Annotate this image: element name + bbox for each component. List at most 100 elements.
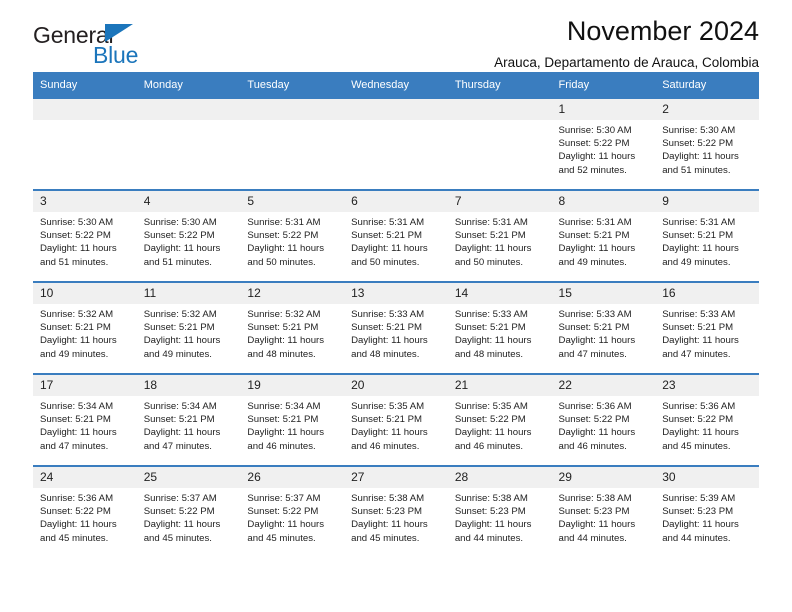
calendar-week-row: 1 Sunrise: 5:30 AM Sunset: 5:22 PM Daylight… <box>33 99 759 190</box>
calendar-day-cell[interactable]: 2 Sunrise: 5:30 AM Sunset: 5:22 PM Daylight… <box>655 99 759 190</box>
calendar-day-cell[interactable]: 8 Sunrise: 5:31 AM Sunset: 5:21 PM Daylight… <box>551 189 656 282</box>
calendar-day-cell[interactable]: 3 Sunrise: 5:30 AM Sunset: 5:22 PM Daylight… <box>33 189 137 282</box>
calendar-day-cell[interactable]: 11 Sunrise: 5:32 AM Sunset: 5:21 PM Dayligh… <box>136 281 241 374</box>
daylight-text: Daylight: 11 hours and 46 minutes. <box>454 427 532 452</box>
sunrise-text: Sunrise: 5:33 AM <box>454 309 528 320</box>
weekday-header-saturday: Saturday <box>655 72 759 99</box>
day-details: Sunrise: 5:38 AM Sunset: 5:23 PM Daylight:… <box>552 488 656 545</box>
sunrise-text: Sunrise: 5:38 AM <box>351 493 425 504</box>
page-title: November 2024 <box>566 16 759 46</box>
day-details: Sunrise: 5:31 AM Sunset: 5:21 PM Daylight:… <box>655 212 759 269</box>
day-number: 24 <box>33 467 137 488</box>
day-number: 7 <box>447 191 552 212</box>
calendar-day-cell[interactable]: 23 Sunrise: 5:36 AM Sunset: 5:22 PM Dayligh… <box>655 373 759 466</box>
day-details: Sunrise: 5:33 AM Sunset: 5:21 PM Daylight:… <box>655 304 759 361</box>
page-header: General Blue November 2024 Arauca, Depar… <box>33 0 759 72</box>
sunrise-text: Sunrise: 5:33 AM <box>662 309 736 320</box>
calendar-day-cell[interactable]: 21 Sunrise: 5:35 AM Sunset: 5:22 PM Dayligh… <box>447 373 552 466</box>
sunset-text: Sunset: 5:21 PM <box>662 230 734 242</box>
day-details: Sunrise: 5:32 AM Sunset: 5:21 PM Daylight:… <box>33 304 137 361</box>
daylight-text: Daylight: 11 hours and 48 minutes. <box>247 335 325 360</box>
daylight-text: Daylight: 11 hours and 45 minutes. <box>351 519 428 544</box>
calendar-day-cell[interactable]: 17 Sunrise: 5:34 AM Sunset: 5:21 PM Dayligh… <box>33 373 137 466</box>
daylight-text: Daylight: 11 hours and 51 minutes. <box>662 151 739 176</box>
day-number: 20 <box>344 375 448 396</box>
day-details: Sunrise: 5:38 AM Sunset: 5:23 PM Daylight:… <box>344 488 448 545</box>
day-number: 29 <box>551 467 656 488</box>
sunset-text: Sunset: 5:21 PM <box>454 230 526 242</box>
calendar-day-cell[interactable]: 25 Sunrise: 5:37 AM Sunset: 5:22 PM Dayligh… <box>136 465 241 557</box>
daylight-text: Daylight: 11 hours and 46 minutes. <box>351 427 428 452</box>
sunset-text: Sunset: 5:21 PM <box>558 230 630 242</box>
calendar-day-cell[interactable]: 29 Sunrise: 5:38 AM Sunset: 5:23 PM Dayligh… <box>551 465 656 557</box>
sunrise-text: Sunrise: 5:39 AM <box>662 493 736 504</box>
sunrise-text: Sunrise: 5:33 AM <box>558 309 632 320</box>
sunset-text: Sunset: 5:21 PM <box>247 414 319 426</box>
day-details: Sunrise: 5:31 AM Sunset: 5:21 PM Daylight:… <box>448 212 552 269</box>
calendar-day-cell-empty <box>447 99 552 190</box>
sunset-text: Sunset: 5:22 PM <box>454 414 526 426</box>
sunset-text: Sunset: 5:21 PM <box>662 322 734 334</box>
calendar-day-cell[interactable]: 1 Sunrise: 5:30 AM Sunset: 5:22 PM Daylight… <box>551 99 656 190</box>
calendar-day-cell[interactable]: 28 Sunrise: 5:38 AM Sunset: 5:23 PM Dayligh… <box>447 465 552 557</box>
calendar-day-cell[interactable]: 27 Sunrise: 5:38 AM Sunset: 5:23 PM Dayligh… <box>344 465 448 557</box>
day-details: Sunrise: 5:39 AM Sunset: 5:23 PM Daylight:… <box>655 488 759 545</box>
daylight-text: Daylight: 11 hours and 50 minutes. <box>247 243 325 268</box>
calendar-day-cell[interactable]: 9 Sunrise: 5:31 AM Sunset: 5:21 PM Daylight… <box>655 189 759 282</box>
day-number: 1 <box>551 99 656 120</box>
calendar-day-cell[interactable]: 22 Sunrise: 5:36 AM Sunset: 5:22 PM Dayligh… <box>551 373 656 466</box>
day-number: 15 <box>551 283 656 304</box>
day-details: Sunrise: 5:32 AM Sunset: 5:21 PM Daylight:… <box>240 304 344 361</box>
sunset-text: Sunset: 5:21 PM <box>40 414 111 426</box>
day-number: 12 <box>240 283 345 304</box>
day-details: Sunrise: 5:31 AM Sunset: 5:21 PM Daylight:… <box>552 212 656 269</box>
sunset-text: Sunset: 5:23 PM <box>558 506 630 518</box>
calendar-day-cell[interactable]: 15 Sunrise: 5:33 AM Sunset: 5:21 PM Dayligh… <box>551 281 656 374</box>
logo-triangle-icon <box>105 24 133 42</box>
day-number: 9 <box>655 191 759 212</box>
calendar-day-cell[interactable]: 14 Sunrise: 5:33 AM Sunset: 5:21 PM Dayligh… <box>447 281 552 374</box>
sunset-text: Sunset: 5:22 PM <box>247 230 319 242</box>
day-number: 17 <box>33 375 137 396</box>
logo-text-blue: Blue <box>93 42 139 68</box>
calendar-day-cell[interactable]: 30 Sunrise: 5:39 AM Sunset: 5:23 PM Dayligh… <box>655 465 759 557</box>
calendar-day-cell[interactable]: 18 Sunrise: 5:34 AM Sunset: 5:21 PM Dayligh… <box>136 373 241 466</box>
daylight-text: Daylight: 11 hours and 46 minutes. <box>247 427 325 452</box>
calendar-day-cell[interactable]: 13 Sunrise: 5:33 AM Sunset: 5:21 PM Dayligh… <box>344 281 448 374</box>
generalblue-logo: General Blue <box>33 22 213 74</box>
day-details: Sunrise: 5:37 AM Sunset: 5:22 PM Daylight:… <box>240 488 344 545</box>
sunrise-text: Sunrise: 5:38 AM <box>454 493 528 504</box>
calendar-day-cell[interactable]: 10 Sunrise: 5:32 AM Sunset: 5:21 PM Dayligh… <box>33 281 137 374</box>
sunset-text: Sunset: 5:21 PM <box>351 322 423 334</box>
sunrise-text: Sunrise: 5:36 AM <box>40 493 114 504</box>
calendar-day-cell[interactable]: 26 Sunrise: 5:37 AM Sunset: 5:22 PM Dayligh… <box>240 465 345 557</box>
sunset-text: Sunset: 5:21 PM <box>351 414 423 426</box>
sunrise-text: Sunrise: 5:37 AM <box>247 493 321 504</box>
calendar-day-cell[interactable]: 6 Sunrise: 5:31 AM Sunset: 5:21 PM Daylight… <box>344 189 448 282</box>
day-number: 6 <box>344 191 448 212</box>
calendar-day-cell[interactable]: 4 Sunrise: 5:30 AM Sunset: 5:22 PM Daylight… <box>136 189 241 282</box>
calendar-day-cell[interactable]: 5 Sunrise: 5:31 AM Sunset: 5:22 PM Daylight… <box>240 189 345 282</box>
day-details: Sunrise: 5:30 AM Sunset: 5:22 PM Daylight:… <box>552 120 656 177</box>
sunset-text: Sunset: 5:22 PM <box>40 506 111 518</box>
calendar-page: General Blue November 2024 Arauca, Depar… <box>0 0 792 612</box>
calendar-day-cell[interactable]: 24 Sunrise: 5:36 AM Sunset: 5:22 PM Dayligh… <box>33 465 137 557</box>
daylight-text: Daylight: 11 hours and 46 minutes. <box>558 427 636 452</box>
daylight-text: Daylight: 11 hours and 47 minutes. <box>40 427 117 452</box>
day-number: 13 <box>344 283 448 304</box>
calendar-day-cell[interactable]: 12 Sunrise: 5:32 AM Sunset: 5:21 PM Dayligh… <box>240 281 345 374</box>
day-number: 28 <box>447 467 552 488</box>
calendar-week-row: 3 Sunrise: 5:30 AM Sunset: 5:22 PM Daylight… <box>33 189 759 282</box>
calendar-day-cell[interactable]: 16 Sunrise: 5:33 AM Sunset: 5:21 PM Dayligh… <box>655 281 759 374</box>
sunset-text: Sunset: 5:23 PM <box>454 506 526 518</box>
calendar-day-cell[interactable]: 7 Sunrise: 5:31 AM Sunset: 5:21 PM Daylight… <box>447 189 552 282</box>
sunrise-text: Sunrise: 5:31 AM <box>558 217 632 228</box>
calendar-day-cell[interactable]: 20 Sunrise: 5:35 AM Sunset: 5:21 PM Dayligh… <box>344 373 448 466</box>
calendar-week-row: 17 Sunrise: 5:34 AM Sunset: 5:21 PM Dayligh… <box>33 373 759 466</box>
day-number: 25 <box>136 467 241 488</box>
sunrise-text: Sunrise: 5:30 AM <box>40 217 114 228</box>
sunset-text: Sunset: 5:21 PM <box>558 322 630 334</box>
daylight-text: Daylight: 11 hours and 49 minutes. <box>558 243 636 268</box>
calendar-day-cell[interactable]: 19 Sunrise: 5:34 AM Sunset: 5:21 PM Dayligh… <box>240 373 345 466</box>
weekday-header-tuesday: Tuesday <box>240 72 345 99</box>
